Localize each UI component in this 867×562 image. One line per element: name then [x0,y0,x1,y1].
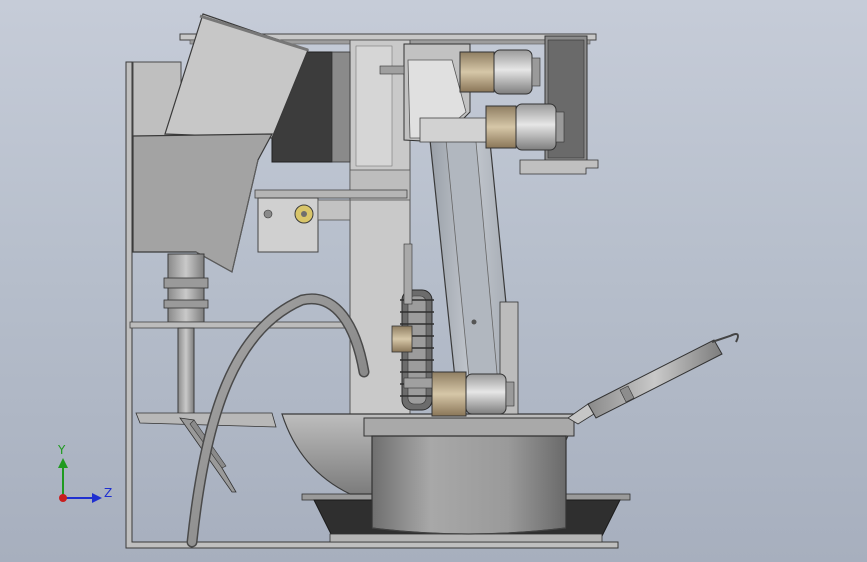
triad-origin [59,494,67,502]
z-axis-arrow [92,493,102,503]
vertical-shaft[interactable] [177,327,195,419]
tool-rod[interactable] [567,333,739,425]
z-axis-label: Z [104,486,112,500]
cad-viewport[interactable]: Y Z [0,0,867,562]
assembly-drawing: Y Z [57,13,739,549]
servo-motor-middle[interactable] [485,103,565,151]
axis-triad: Y Z [57,443,112,503]
support-bar[interactable] [129,321,351,329]
hopper-chute[interactable] [132,133,274,273]
y-axis-label: Y [57,443,66,457]
coupling[interactable] [163,253,209,323]
y-axis-arrow [58,458,68,468]
turntable-drum[interactable] [363,417,575,535]
